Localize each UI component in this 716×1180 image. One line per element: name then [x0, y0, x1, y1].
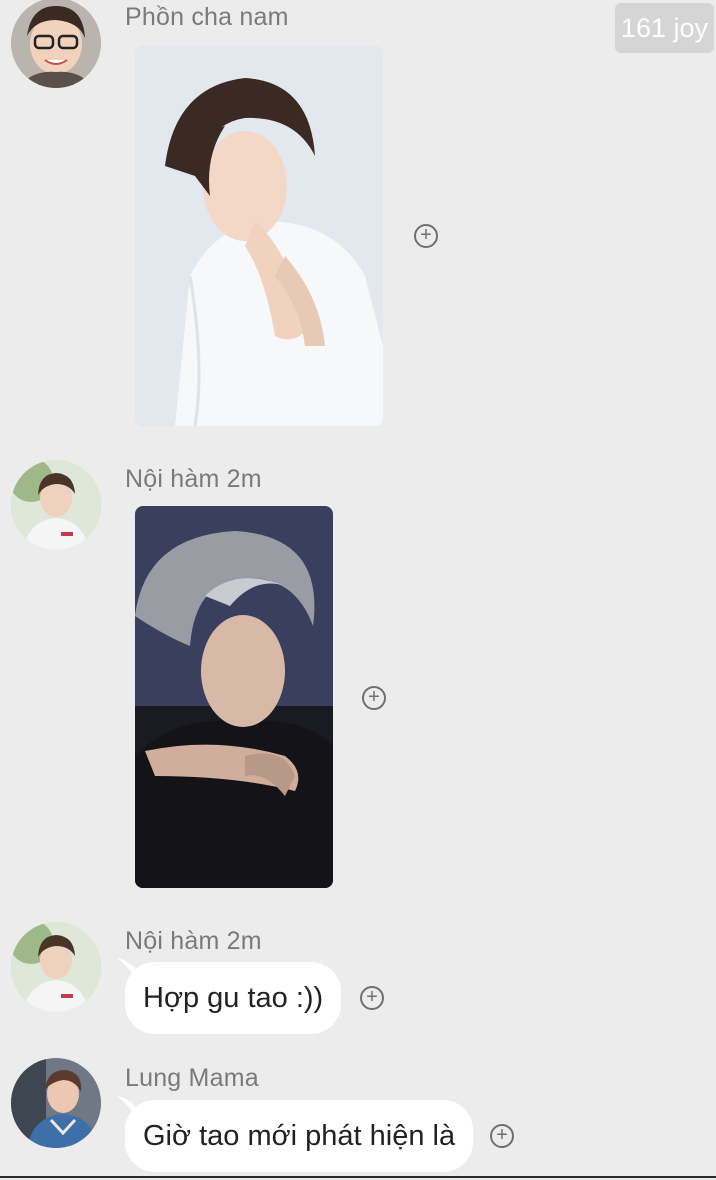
sender-name: Nội hàm 2m [125, 927, 262, 955]
avatar[interactable] [11, 922, 101, 1012]
react-add-icon[interactable]: + [362, 686, 386, 710]
avatar[interactable] [11, 0, 101, 88]
react-add-icon[interactable]: + [490, 1124, 514, 1148]
react-add-icon[interactable]: + [414, 224, 438, 248]
message-image[interactable] [135, 46, 383, 426]
message-bubble[interactable]: Giờ tao mới phát hiện là [125, 1100, 474, 1172]
sender-name: Lung Mama [125, 1064, 259, 1092]
avatar[interactable] [11, 460, 101, 550]
avatar[interactable] [11, 1058, 101, 1148]
divider [0, 1176, 716, 1178]
message-bubble[interactable]: Hợp gu tao :)) [125, 962, 342, 1034]
message-text: Hợp gu tao :)) [143, 981, 324, 1014]
watermark-label: 161 joy [614, 3, 714, 53]
message-image[interactable] [135, 506, 333, 888]
sender-name: Phồn cha nam [125, 3, 289, 31]
sender-name: Nội hàm 2m [125, 465, 262, 493]
react-add-icon[interactable]: + [360, 986, 384, 1010]
message-text: Giờ tao mới phát hiện là [143, 1119, 456, 1152]
